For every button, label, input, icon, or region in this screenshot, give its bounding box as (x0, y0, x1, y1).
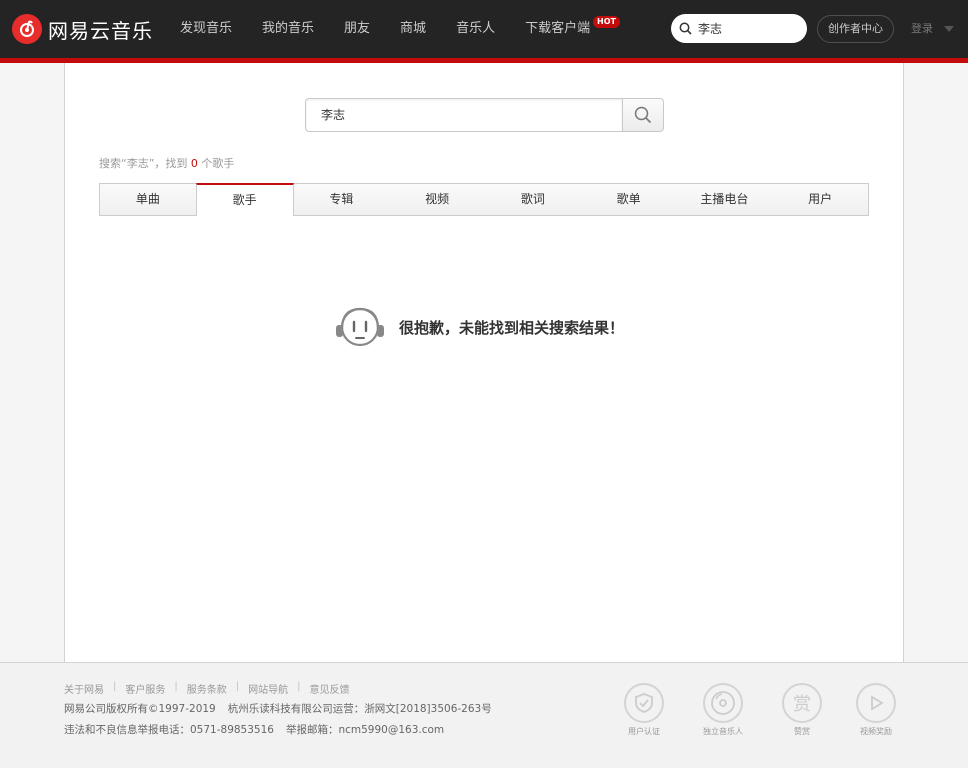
top-navigation-bar: 网易云音乐 发现音乐 我的音乐 朋友 商城 音乐人 下载客户端 HOT 李志 创… (0, 0, 968, 58)
result-count: 0 (190, 157, 198, 170)
play-icon (871, 695, 884, 711)
brand-name: 网易云音乐 (48, 18, 153, 43)
nav-musicians[interactable]: 音乐人 (441, 0, 510, 58)
vinyl-icon (711, 691, 735, 715)
badge-independent-musician[interactable]: 独立音乐人 (693, 683, 753, 737)
nav-friends[interactable]: 朋友 (329, 0, 385, 58)
nav-download-client[interactable]: 下载客户端 (510, 0, 605, 58)
brand-logo[interactable]: 网易云音乐 (12, 14, 153, 44)
netease-music-logo-icon (12, 14, 42, 44)
tab-playlists[interactable]: 歌单 (581, 184, 677, 215)
headphones-face-icon (336, 307, 384, 347)
main-search-input[interactable]: 李志 (305, 98, 623, 132)
tab-lyrics[interactable]: 歌词 (485, 184, 581, 215)
search-type-tabs: 单曲 歌手 专辑 视频 歌词 歌单 主播电台 用户 (99, 183, 869, 216)
tab-albums[interactable]: 专辑 (294, 184, 390, 215)
tab-radio[interactable]: 主播电台 (677, 184, 773, 215)
creator-center-button[interactable]: 创作者中心 (817, 15, 894, 43)
main-content: 李志 搜索“李志”，找到 0 个歌手 单曲 歌手 专辑 视频 歌词 歌单 主播电… (64, 63, 904, 662)
login-link[interactable]: 登录 (911, 20, 933, 36)
search-button[interactable] (622, 98, 664, 132)
operator-text: 杭州乐读科技有限公司运营：浙网文[2018]3506-263号 (227, 703, 492, 715)
shield-check-icon (635, 693, 653, 713)
top-search-value: 李志 (698, 22, 723, 36)
nav-my-music[interactable]: 我的音乐 (247, 0, 329, 58)
badge-reward[interactable]: 赏 赞赏 (772, 683, 832, 737)
empty-result-message: 很抱歉，未能找到相关搜索结果！ (399, 318, 625, 337)
footer-link-customer-service[interactable]: 客户服务 (125, 681, 165, 696)
top-search-input[interactable]: 李志 (671, 14, 807, 43)
footer-link-site-nav[interactable]: 网站导航 (248, 681, 288, 696)
empty-result: 很抱歉，未能找到相关搜索结果！ (333, 305, 624, 349)
footer-report-line: 违法和不良信息举报电话：0571-89853516 举报邮箱：ncm5990@16… (64, 722, 456, 737)
reward-icon: 赏 (793, 694, 811, 715)
footer-copyright-line: 网易公司版权所有©1997-2019 杭州乐读科技有限公司运营：浙网文[2018]… (64, 701, 504, 716)
report-phone: 违法和不良信息举报电话：0571-89853516 (64, 724, 274, 736)
tab-songs[interactable]: 单曲 (100, 184, 196, 215)
nav-discover-music[interactable]: 发现音乐 (165, 0, 247, 58)
main-nav: 发现音乐 我的音乐 朋友 商城 音乐人 下载客户端 (165, 0, 605, 58)
hot-badge: HOT (593, 16, 620, 28)
footer: 关于网易 | 客户服务 | 服务条款 | 网站导航 | 意见反馈 网易公司版权所有©19… (0, 662, 968, 768)
tab-artists[interactable]: 歌手 (195, 183, 294, 216)
footer-links: 关于网易 | 客户服务 | 服务条款 | 网站导航 | 意见反馈 (64, 681, 350, 696)
nav-store[interactable]: 商城 (385, 0, 441, 58)
search-icon (679, 22, 692, 35)
search-result-summary: 搜索“李志”，找到 0 个歌手 (99, 157, 235, 170)
badge-video-reward[interactable]: 视频奖励 (846, 683, 906, 737)
footer-link-terms[interactable]: 服务条款 (187, 681, 227, 696)
copyright-text: 网易公司版权所有©1997-2019 (64, 703, 216, 715)
footer-link-about[interactable]: 关于网易 (64, 681, 104, 696)
report-email: 举报邮箱：ncm5990@163.com (285, 724, 445, 736)
chevron-down-icon[interactable] (944, 26, 954, 32)
tab-videos[interactable]: 视频 (389, 184, 485, 215)
search-icon (634, 106, 652, 124)
tab-users[interactable]: 用户 (772, 184, 868, 215)
badge-user-verification[interactable]: 用户认证 (614, 683, 674, 737)
footer-link-feedback[interactable]: 意见反馈 (310, 681, 350, 696)
